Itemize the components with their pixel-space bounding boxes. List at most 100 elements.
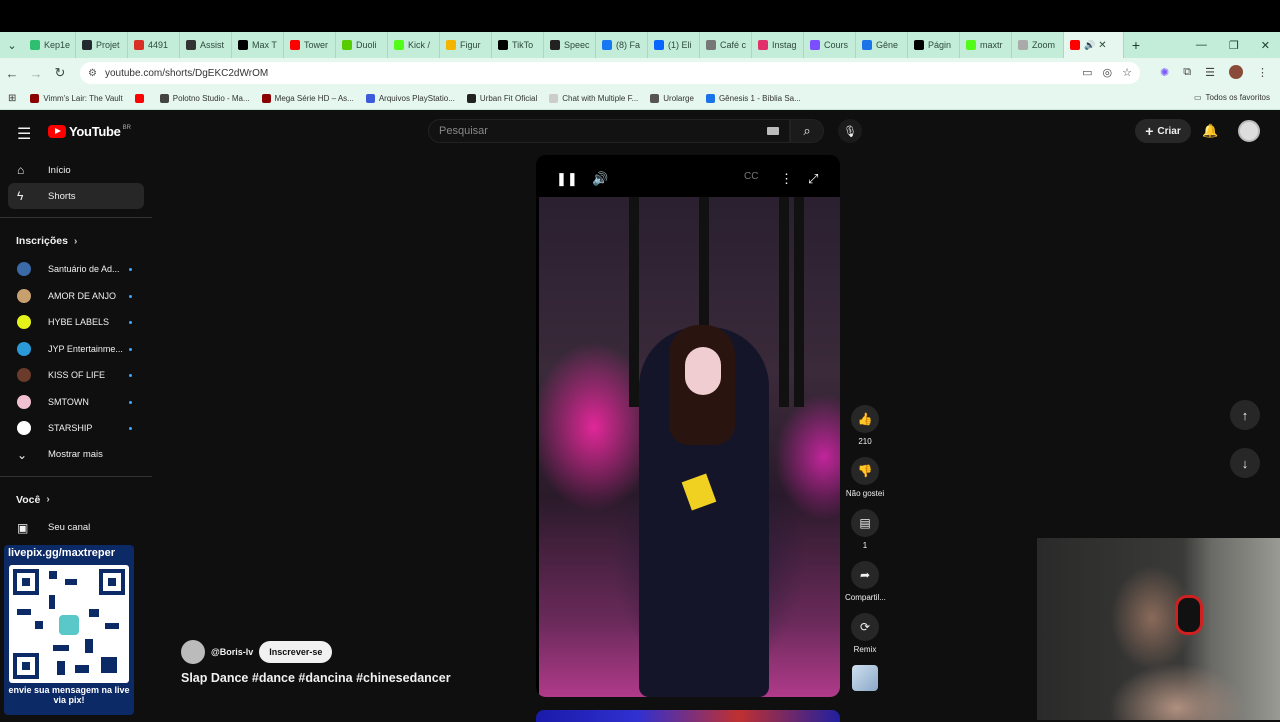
subscription-item[interactable]: SMTOWN	[0, 389, 152, 416]
tab-item[interactable]: (8) Fa	[596, 32, 648, 58]
bookmark-star-icon[interactable]: ☆	[1122, 66, 1132, 79]
tab-item[interactable]: maxtr	[960, 32, 1012, 58]
bookmark-item[interactable]	[134, 94, 148, 103]
extension-icon[interactable]: ✺	[1160, 66, 1169, 79]
menu-icon[interactable]: ☰	[17, 124, 31, 144]
tab-item[interactable]: Max T	[232, 32, 284, 58]
remix-label: Remix	[853, 645, 877, 654]
subscription-item[interactable]: AMOR DE ANJO	[0, 283, 152, 310]
new-tab-button[interactable]: +	[1124, 37, 1148, 53]
bookmark-item[interactable]: Urban Fit Oficial	[466, 94, 537, 103]
tab-item[interactable]: Projet	[76, 32, 128, 58]
forward-icon[interactable]: →	[24, 66, 48, 81]
profile-avatar[interactable]	[1229, 65, 1243, 79]
menu-kebab-icon[interactable]: ⋮	[1257, 66, 1268, 79]
arrow-up-icon[interactable]: ↑	[1230, 400, 1260, 430]
tab-item[interactable]: Assist	[180, 32, 232, 58]
tab-item[interactable]: Kep1e	[24, 32, 76, 58]
close-tab-icon[interactable]: ✕	[1098, 40, 1106, 51]
subscriptions-heading[interactable]: Inscrições ›	[0, 226, 152, 256]
tab-item[interactable]: 4491	[128, 32, 180, 58]
subscribe-button[interactable]: Inscrever-se	[259, 641, 333, 663]
all-bookmarks[interactable]: ▭ Todos os favoritos	[1194, 93, 1270, 102]
tab-item[interactable]: Café c	[700, 32, 752, 58]
puzzle-icon[interactable]: ⧉	[1183, 66, 1191, 79]
tab-item[interactable]: Zoom	[1012, 32, 1064, 58]
channel-info: @Boris-lv Inscrever-se	[181, 640, 333, 664]
create-button[interactable]: + Criar	[1135, 119, 1191, 143]
tab-item[interactable]: Speec	[544, 32, 596, 58]
bookmark-item[interactable]: Vimm's Lair: The Vault	[30, 94, 123, 103]
tab-item[interactable]: Kick /	[388, 32, 440, 58]
sidebar-item-home[interactable]: ⌂ Início	[0, 157, 152, 183]
arrow-down-icon[interactable]: ↓	[1230, 448, 1260, 478]
volume-icon[interactable]: 🔊	[592, 171, 608, 187]
subscription-item[interactable]: STARSHIP	[0, 415, 152, 442]
fullscreen-icon[interactable]: ⤢	[808, 171, 818, 187]
search-input[interactable]: Pesquisar	[428, 119, 790, 143]
subscription-item[interactable]: KISS OF LIFE	[0, 362, 152, 389]
tab-active-youtube[interactable]: 🔊 ✕	[1064, 32, 1124, 58]
close-window-icon[interactable]: ✕	[1261, 39, 1270, 52]
sound-thumbnail[interactable]	[852, 665, 878, 691]
minimize-icon[interactable]: —	[1196, 39, 1207, 51]
video-frame[interactable]	[539, 197, 840, 697]
like-button[interactable]: 👍 210	[845, 405, 885, 457]
shorts-player[interactable]: ❚❚ 🔊 CC ⋮ ⤢	[536, 155, 840, 697]
tab-item[interactable]: Gêne	[856, 32, 908, 58]
apps-grid-icon[interactable]: ⊞	[8, 93, 16, 104]
install-icon[interactable]: ▭	[1082, 66, 1092, 79]
site-info-icon[interactable]: ⚙	[88, 68, 97, 79]
voice-search-button[interactable]: 🎙	[838, 119, 862, 143]
tab-item[interactable]: (1) Eli	[648, 32, 700, 58]
reload-icon[interactable]: ↻	[48, 65, 72, 81]
url-field[interactable]: ⚙ youtube.com/shorts/DgEKC2dWrOM ▭ ◎ ☆	[80, 62, 1140, 84]
account-avatar[interactable]	[1238, 120, 1260, 142]
dislike-button[interactable]: 👎 Não gostei	[845, 457, 885, 509]
media-icon[interactable]: ☰	[1205, 66, 1215, 79]
speaker-icon[interactable]: 🔊	[1084, 40, 1095, 51]
notifications-bell-icon[interactable]: 🔔	[1202, 123, 1218, 139]
tab-item[interactable]: Cours	[804, 32, 856, 58]
maximize-icon[interactable]: ❐	[1229, 39, 1239, 52]
keyboard-icon[interactable]	[767, 127, 779, 135]
bookmark-item[interactable]: Urolarge	[650, 94, 694, 103]
bookmark-item[interactable]: Arquivos PlayStatio...	[365, 94, 455, 103]
share-button[interactable]: ➦ Compartil...	[845, 561, 886, 613]
tab-label: TikTo	[512, 40, 534, 50]
bookmark-item[interactable]: Mega Série HD – As...	[261, 94, 354, 103]
subscription-item[interactable]: JYP Entertainme...	[0, 336, 152, 363]
tab-item[interactable]: Tower	[284, 32, 336, 58]
next-short-preview[interactable]	[536, 710, 840, 722]
eye-off-icon[interactable]: ◎	[1103, 66, 1113, 79]
tab-search-icon[interactable]: ⌄	[0, 32, 24, 58]
subscription-item[interactable]: Santuário de Ad...	[0, 256, 152, 283]
show-more-button[interactable]: ⌄ Mostrar mais	[0, 442, 152, 468]
back-icon[interactable]: ←	[0, 66, 24, 81]
channel-avatar[interactable]	[181, 640, 205, 664]
bookmark-item[interactable]: Chat with Multiple F...	[549, 94, 638, 103]
comment-count: 1	[862, 541, 868, 550]
tab-item[interactable]: Págin	[908, 32, 960, 58]
subscription-item[interactable]: HYBE LABELS	[0, 309, 152, 336]
tab-item[interactable]: Duoli	[336, 32, 388, 58]
more-options-icon[interactable]: ⋮	[780, 171, 793, 187]
channel-name[interactable]: @Boris-lv	[211, 647, 253, 657]
search-button[interactable]: ⌕	[790, 119, 824, 143]
sidebar-item-your-channel[interactable]: ▣ Seu canal	[0, 515, 152, 541]
tab-item[interactable]: TikTo	[492, 32, 544, 58]
video-title[interactable]: Slap Dance #dance #dancina #chinesedance…	[181, 671, 451, 685]
extension-icons: ✺ ⧉ ☰ ⋮	[1160, 65, 1268, 79]
you-heading[interactable]: Você ›	[0, 485, 152, 515]
sidebar-item-shorts[interactable]: ϟ Shorts	[8, 183, 144, 209]
comments-button[interactable]: ▤ 1	[845, 509, 885, 561]
bookmark-item[interactable]: Gênesis 1 - Bíblia Sa...	[705, 94, 801, 103]
pause-icon[interactable]: ❚❚	[556, 171, 578, 187]
tab-item[interactable]: Instag	[752, 32, 804, 58]
bookmark-item[interactable]: Polotno Studio - Ma...	[159, 94, 250, 103]
webcam-overlay	[1037, 538, 1280, 720]
remix-button[interactable]: ⟳ Remix	[845, 613, 885, 665]
captions-icon[interactable]: CC	[744, 171, 758, 182]
tab-item[interactable]: Figur	[440, 32, 492, 58]
youtube-logo[interactable]: YouTube BR	[48, 124, 131, 139]
